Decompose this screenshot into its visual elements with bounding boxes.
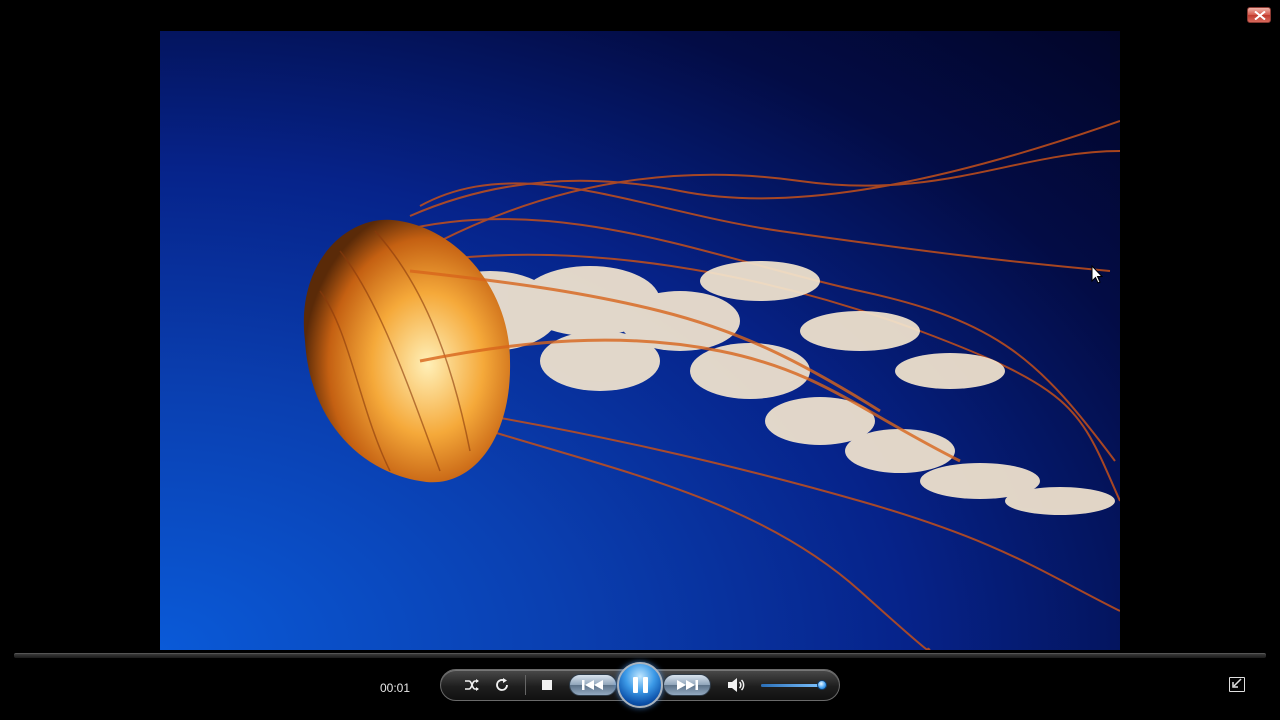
exit-fullscreen-button[interactable] — [1229, 677, 1245, 692]
playback-controls — [440, 662, 840, 708]
volume-slider-thumb[interactable] — [816, 680, 827, 690]
previous-button[interactable] — [569, 674, 617, 696]
previous-track-icon — [582, 680, 603, 690]
shuffle-button[interactable] — [461, 670, 483, 700]
mute-button[interactable] — [725, 670, 749, 700]
repeat-button[interactable] — [491, 670, 513, 700]
close-icon — [1254, 11, 1266, 20]
next-track-icon — [677, 680, 698, 690]
exit-fullscreen-icon — [1232, 678, 1242, 688]
video-frame[interactable] — [160, 31, 1120, 650]
stop-button[interactable] — [537, 670, 557, 700]
speaker-icon — [728, 678, 745, 692]
close-button[interactable] — [1247, 7, 1271, 23]
jellyfish-video-image — [303, 120, 1120, 650]
volume-slider[interactable] — [761, 680, 827, 690]
pause-button[interactable] — [617, 662, 663, 708]
controls-divider — [525, 675, 526, 695]
volume-level — [761, 684, 822, 687]
mouse-pointer-icon — [1091, 265, 1103, 284]
stop-icon — [542, 680, 552, 690]
shuffle-icon — [465, 679, 479, 691]
repeat-icon — [496, 678, 508, 691]
elapsed-time: 00:01 — [380, 681, 411, 695]
next-button[interactable] — [663, 674, 711, 696]
seek-bar[interactable] — [14, 653, 1266, 658]
pause-icon — [632, 677, 648, 693]
